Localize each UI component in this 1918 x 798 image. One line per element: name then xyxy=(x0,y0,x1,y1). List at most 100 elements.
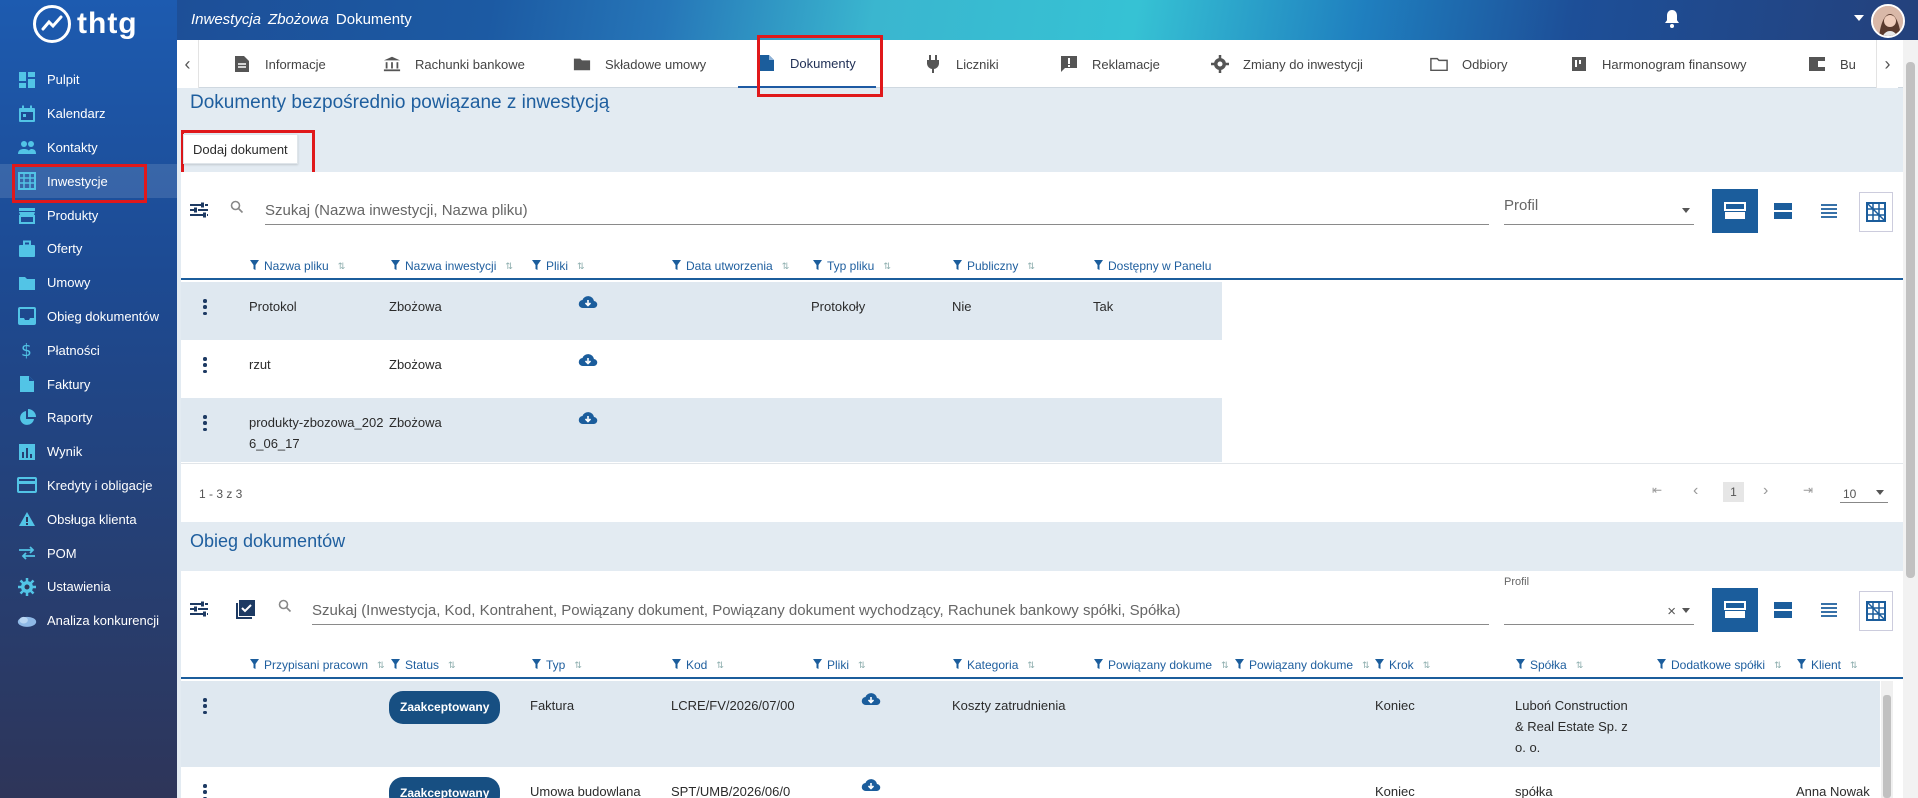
tab-informacje[interactable]: Informacje xyxy=(233,40,326,88)
view-compact-rows-button[interactable] xyxy=(1806,189,1852,233)
sort-icon[interactable]: ⇅ xyxy=(448,660,456,671)
column-header[interactable]: Pliki ⇅ xyxy=(813,651,949,679)
download-cloud-icon[interactable] xyxy=(578,410,598,431)
breadcrumb-project[interactable]: Zbożowa xyxy=(268,11,329,28)
clear-icon[interactable]: × xyxy=(1667,603,1676,620)
filter-icon[interactable] xyxy=(672,259,681,273)
sidebar-item-analiza-konkurencji[interactable]: Analiza konkurencji xyxy=(0,604,177,638)
filter-icon[interactable] xyxy=(813,259,822,273)
column-header[interactable]: Nazwa inwestycji ⇅ xyxy=(391,252,528,280)
view-large-rows-button[interactable] xyxy=(1712,189,1758,233)
download-cloud-icon[interactable] xyxy=(861,691,881,712)
sort-icon[interactable]: ⇅ xyxy=(1850,660,1858,671)
filter-icon[interactable] xyxy=(953,658,962,672)
sort-icon[interactable]: ⇅ xyxy=(577,261,585,272)
tab-zmiany-do-inwestycji[interactable]: Zmiany do inwestycji xyxy=(1211,40,1363,88)
tab-harmonogram-finansowy[interactable]: Harmonogram finansowy xyxy=(1570,40,1747,88)
next-page-icon[interactable]: › xyxy=(1763,482,1768,500)
last-page-icon[interactable]: ⇥ xyxy=(1803,483,1813,497)
flow-table-scrollbar[interactable] xyxy=(1881,681,1893,798)
sidebar-item-raporty[interactable]: Raporty xyxy=(0,401,177,435)
select-all-checkbox-icon[interactable] xyxy=(235,598,257,620)
download-cloud-icon[interactable] xyxy=(578,352,598,373)
sidebar-item-kredyty-i-obligacje[interactable]: Kredyty i obligacje xyxy=(0,469,177,503)
download-cloud-icon[interactable] xyxy=(861,777,881,798)
row-actions-icon[interactable] xyxy=(203,357,207,373)
tab-rachunki-bankowe[interactable]: Rachunki bankowe xyxy=(383,40,525,88)
flow-search-input[interactable] xyxy=(312,597,1489,625)
filter-icon[interactable] xyxy=(1094,259,1103,273)
column-header[interactable]: Typ pliku ⇅ xyxy=(813,252,949,280)
notification-bell-icon[interactable] xyxy=(1663,9,1683,31)
column-header[interactable]: Spółka ⇅ xyxy=(1516,651,1653,679)
filter-settings-icon[interactable] xyxy=(188,199,210,221)
tab-scroll-left-icon[interactable]: ‹ xyxy=(177,40,199,88)
page-size-select[interactable]: 10 xyxy=(1840,481,1888,503)
table-row[interactable]: rzut Zbożowa xyxy=(181,340,1222,398)
filter-icon[interactable] xyxy=(1375,658,1384,672)
filter-icon[interactable] xyxy=(532,259,541,273)
filter-icon[interactable] xyxy=(532,658,541,672)
sort-icon[interactable]: ⇅ xyxy=(1423,660,1431,671)
filter-icon[interactable] xyxy=(250,259,259,273)
download-cloud-icon[interactable] xyxy=(578,294,598,315)
first-page-icon[interactable]: ⇤ xyxy=(1652,483,1662,497)
flow-profile-select[interactable]: Profil × xyxy=(1504,576,1694,625)
filter-icon[interactable] xyxy=(391,658,400,672)
sort-icon[interactable]: ⇅ xyxy=(883,261,891,272)
filter-icon[interactable] xyxy=(953,259,962,273)
column-header[interactable]: Publiczny ⇅ xyxy=(953,252,1090,280)
row-actions-icon[interactable] xyxy=(203,299,207,315)
documents-profile-select[interactable]: Profil xyxy=(1504,197,1694,225)
sidebar-item-produkty[interactable]: Produkty xyxy=(0,198,177,232)
sort-icon[interactable]: ⇅ xyxy=(1027,261,1035,272)
filter-settings-icon[interactable] xyxy=(188,598,210,620)
current-page[interactable]: 1 xyxy=(1723,482,1744,502)
filter-icon[interactable] xyxy=(813,658,822,672)
tab-bu[interactable]: Bu xyxy=(1808,40,1856,88)
row-actions-icon[interactable] xyxy=(203,784,207,798)
flow-table-scroll-thumb[interactable] xyxy=(1883,695,1891,798)
column-header[interactable]: Status ⇅ xyxy=(391,651,528,679)
sidebar-item-płatności[interactable]: $ Płatności xyxy=(0,333,177,367)
filter-icon[interactable] xyxy=(1516,658,1525,672)
logo[interactable]: thtg xyxy=(0,0,177,48)
column-header[interactable]: Typ ⇅ xyxy=(532,651,668,679)
column-header[interactable]: Dodatkowe spółki ⇅ xyxy=(1657,651,1793,679)
tab-reklamacje[interactable]: Reklamacje xyxy=(1060,40,1160,88)
sidebar-item-pulpit[interactable]: Pulpit xyxy=(0,63,177,97)
sidebar-item-ustawienia[interactable]: Ustawienia xyxy=(0,570,177,604)
sort-icon[interactable]: ⇅ xyxy=(782,261,790,272)
column-header[interactable]: Powiązany dokume ⇅ xyxy=(1235,651,1371,679)
row-actions-icon[interactable] xyxy=(203,415,207,431)
sort-icon[interactable]: ⇅ xyxy=(377,660,385,671)
column-header[interactable]: Kategoria ⇅ xyxy=(953,651,1090,679)
view-medium-rows-button[interactable] xyxy=(1760,588,1806,632)
add-document-button[interactable]: Dodaj dokument xyxy=(183,134,298,164)
sidebar-item-wynik[interactable]: Wynik xyxy=(0,435,177,469)
table-row[interactable]: Zaakceptowany Umowa budowlana SPT/UMB/2026… xyxy=(181,767,1880,798)
sort-icon[interactable]: ⇅ xyxy=(338,261,346,272)
toggle-grid-button[interactable] xyxy=(1859,192,1893,232)
column-header[interactable]: Kod ⇅ xyxy=(672,651,809,679)
column-header[interactable]: Klient ⇅ xyxy=(1797,651,1917,679)
sidebar-item-oferty[interactable]: Oferty xyxy=(0,232,177,266)
filter-icon[interactable] xyxy=(1797,658,1806,672)
sort-icon[interactable]: ⇅ xyxy=(1362,660,1370,671)
filter-icon[interactable] xyxy=(672,658,681,672)
documents-search-input[interactable] xyxy=(265,197,1489,225)
sidebar-item-kalendarz[interactable]: Kalendarz xyxy=(0,97,177,131)
filter-icon[interactable] xyxy=(1657,658,1666,672)
column-header[interactable]: Dostępny w Panelu xyxy=(1094,252,1214,280)
column-header[interactable]: Przypisani pracown ⇅ xyxy=(250,651,387,679)
user-menu-caret-icon[interactable] xyxy=(1854,15,1864,21)
table-row[interactable]: Zaakceptowany Faktura LCRE/FV/2026/07/00 Ko… xyxy=(181,681,1880,767)
sort-icon[interactable]: ⇅ xyxy=(1221,660,1229,671)
sidebar-item-umowy[interactable]: Umowy xyxy=(0,266,177,300)
user-avatar[interactable] xyxy=(1871,4,1905,38)
filter-icon[interactable] xyxy=(391,259,400,273)
sidebar-item-faktury[interactable]: Faktury xyxy=(0,367,177,401)
tab-dokumenty[interactable]: Dokumenty xyxy=(738,40,876,88)
sort-icon[interactable]: ⇅ xyxy=(1576,660,1584,671)
tab-składowe-umowy[interactable]: Składowe umowy xyxy=(573,40,706,88)
